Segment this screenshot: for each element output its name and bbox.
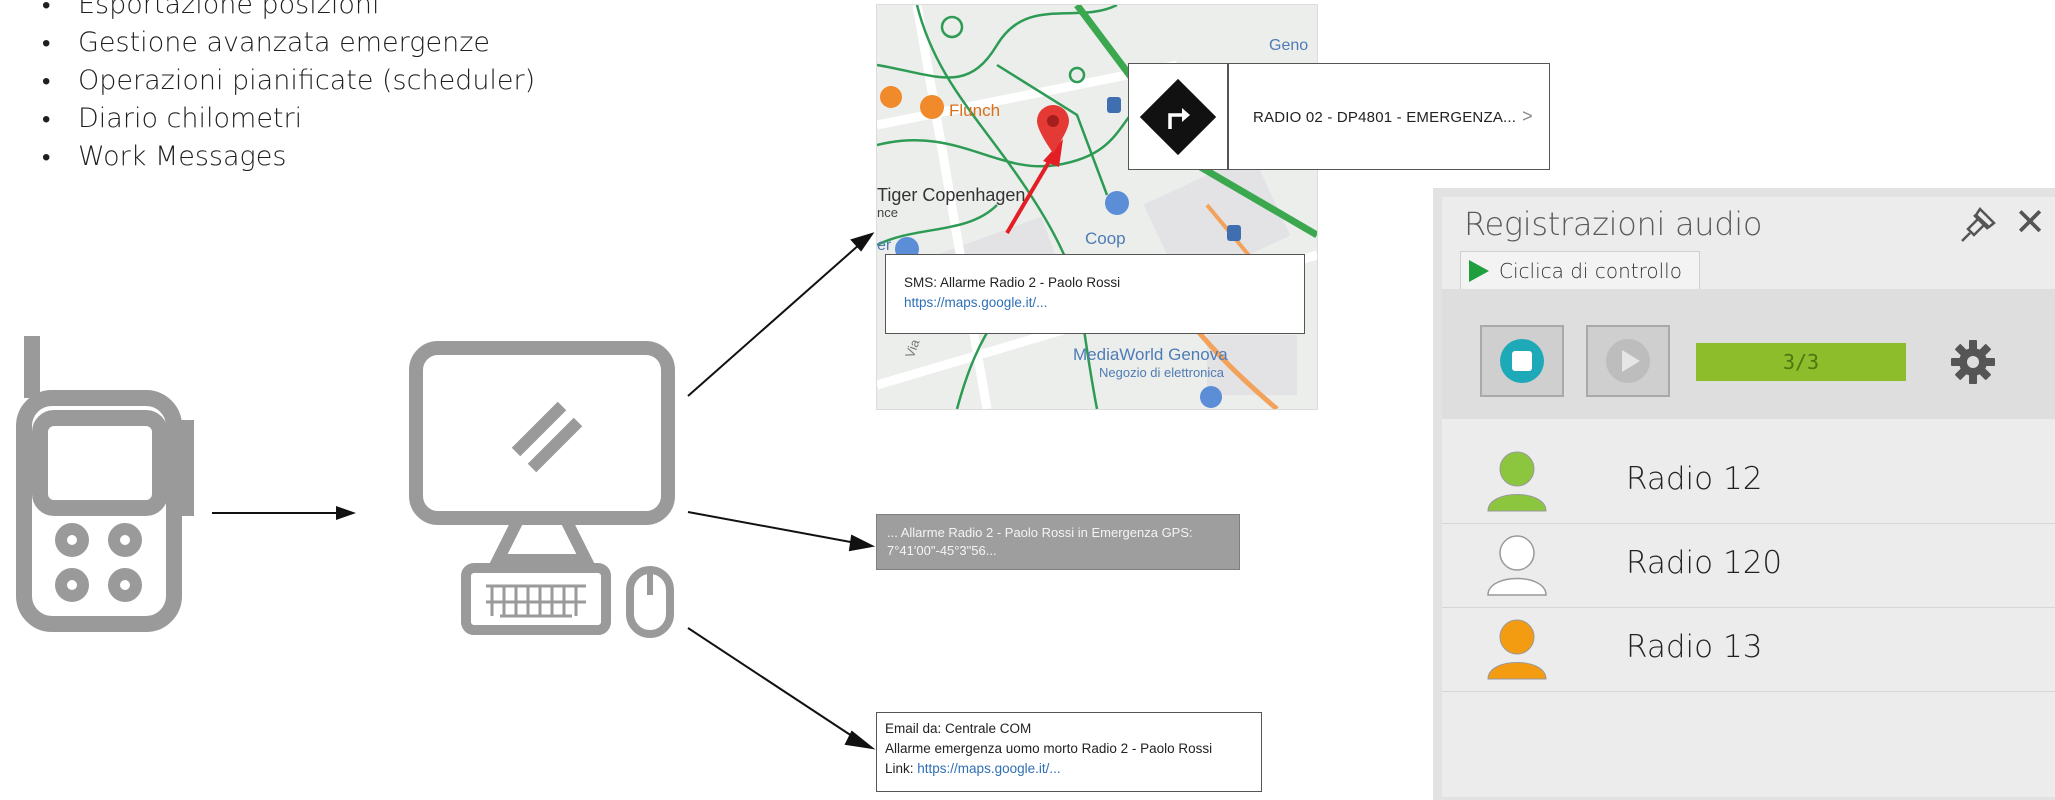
- feature-item: Operazioni pianificate (scheduler): [38, 62, 535, 100]
- feature-item: Gestione avanzata emergenze: [38, 24, 535, 62]
- sms-message: SMS: Allarme Radio 2 - Paolo Rossi https…: [885, 254, 1305, 334]
- map-label: Coop: [1085, 229, 1126, 248]
- tab-ciclica-di-controllo[interactable]: Ciclica di controllo: [1460, 251, 1700, 290]
- email-link[interactable]: https://maps.google.it/...: [917, 761, 1060, 776]
- stop-button[interactable]: [1480, 325, 1564, 397]
- panel-title: Registrazioni audio: [1464, 205, 1763, 243]
- chevron-right-icon[interactable]: >: [1522, 106, 1533, 126]
- email-message: Email da: Centrale COM Allarme emergenza…: [876, 712, 1262, 792]
- progress-text: 3/3: [1782, 350, 1820, 374]
- location-pin-icon[interactable]: [1035, 103, 1071, 155]
- play-button[interactable]: [1586, 325, 1670, 397]
- sms-text: SMS: Allarme Radio 2 - Paolo Rossi: [904, 275, 1121, 290]
- close-icon[interactable]: ✕: [2010, 201, 2050, 245]
- turn-right-icon: [1139, 78, 1217, 155]
- radio-label: Radio 13: [1626, 629, 1763, 665]
- computer-icon: [409, 341, 675, 638]
- feature-list: Esportazione posizioni Gestione avanzata…: [38, 0, 535, 176]
- user-avatar-icon: [1487, 619, 1547, 680]
- playback-toolbar: 3/3: [1442, 289, 2055, 419]
- notification-text: RADIO 02 - DP4801 - EMERGENZA...: [1253, 109, 1517, 126]
- gps-alert-message: ... Allarme Radio 2 - Paolo Rossi in Eme…: [876, 514, 1240, 570]
- feature-item: Esportazione posizioni: [38, 0, 535, 24]
- gps-text: ... Allarme Radio 2 - Paolo Rossi in Eme…: [887, 525, 1193, 558]
- pin-icon[interactable]: [1956, 203, 2002, 247]
- map-label: Tiger Copenhagen: [877, 185, 1026, 205]
- stop-icon: [1500, 339, 1544, 383]
- tab-label: Ciclica di controllo: [1499, 259, 1682, 283]
- gear-icon[interactable]: [1948, 337, 1998, 387]
- map-label: nce: [877, 205, 898, 220]
- radio-label: Radio 120: [1626, 545, 1783, 581]
- map-label: Geno: [1269, 37, 1309, 54]
- play-indicator-icon: [1469, 260, 1489, 282]
- radio-row[interactable]: Radio 120: [1442, 523, 2055, 608]
- radio-row[interactable]: Radio 12: [1442, 439, 2055, 524]
- email-sender: Email da: Centrale COM: [885, 721, 1032, 736]
- radio-row[interactable]: Radio 13: [1442, 607, 2055, 692]
- play-icon: [1606, 339, 1650, 383]
- feature-item: Diario chilometri: [38, 100, 535, 138]
- map-label: Negozio di elettronica: [1099, 365, 1225, 380]
- emergency-notification[interactable]: RADIO 02 - DP4801 - EMERGENZA... >: [1128, 63, 1550, 170]
- audio-recordings-panel: Registrazioni audio ✕ Ciclica di control…: [1442, 197, 2055, 797]
- user-avatar-icon: [1487, 451, 1547, 512]
- recording-progress: 3/3: [1696, 343, 1906, 381]
- radio-label: Radio 12: [1626, 461, 1763, 497]
- feature-item: Work Messages: [38, 138, 535, 176]
- map-label: Flunch: [949, 101, 1001, 120]
- flow-arrow: [212, 506, 356, 520]
- sms-link[interactable]: https://maps.google.it/...: [904, 293, 1286, 313]
- email-link-label: Link:: [885, 761, 918, 776]
- email-body: Allarme emergenza uomo morto Radio 2 - P…: [885, 741, 1213, 756]
- flow-arrows-outputs: [687, 232, 876, 750]
- map-label: MediaWorld Genova: [1073, 345, 1228, 364]
- handheld-radio-icon: [16, 336, 194, 632]
- user-avatar-icon: [1487, 535, 1547, 596]
- map-label: er: [877, 237, 892, 254]
